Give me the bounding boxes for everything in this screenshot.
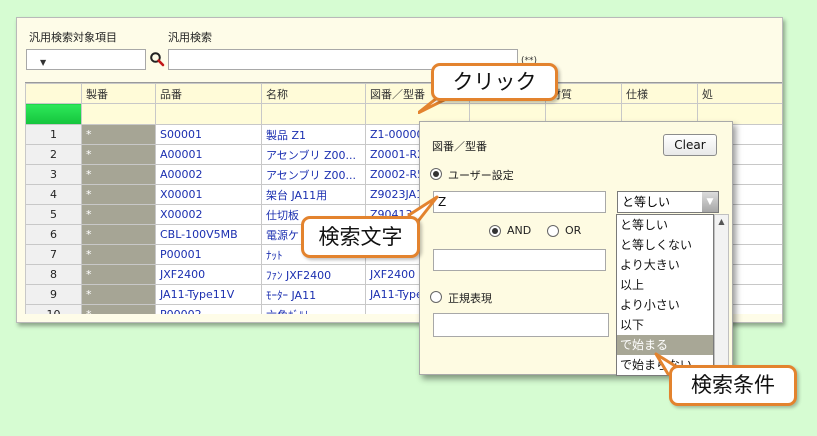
seiban-cell[interactable]: * [81, 144, 156, 165]
row-number: 8 [25, 264, 82, 285]
row-number: 10 [25, 304, 82, 314]
row-number: 9 [25, 284, 82, 305]
row-number: 4 [25, 184, 82, 205]
name-cell[interactable]: アセンブリ Z00... [261, 144, 366, 165]
callout-click: クリック [431, 63, 558, 101]
or-label: OR [565, 224, 582, 237]
filter-popup: 図番／型番 Clear ユーザー設定 Z と等しい ▼ AND OR 正規表現 … [419, 121, 733, 376]
name-cell[interactable]: 製品 Z1 [261, 124, 366, 145]
search-target-label: 汎用検索対象項目 [29, 31, 117, 44]
callout-search-condition: 検索条件 [669, 365, 797, 406]
chevron-down-icon: ▼ [40, 58, 47, 67]
name-cell[interactable]: ﾓｰﾀｰ JA11 [261, 284, 366, 305]
filter-cell[interactable] [261, 103, 366, 125]
clear-button[interactable]: Clear [663, 134, 717, 156]
regex-label: 正規表現 [448, 292, 492, 305]
search-target-select[interactable]: ▼ [26, 49, 146, 70]
column-header [25, 83, 82, 104]
condition-option[interactable]: と等しい [617, 215, 713, 235]
row-number: 2 [25, 144, 82, 165]
seiban-cell[interactable]: * [81, 184, 156, 205]
and-label: AND [507, 224, 532, 237]
column-header-seiban[interactable]: 製番 [81, 83, 156, 104]
and-radio[interactable] [489, 225, 501, 237]
name-cell[interactable]: 六角ﾎﾞﾙﾄ [261, 304, 366, 314]
filter-popup-title: 図番／型番 [432, 140, 487, 153]
seiban-cell[interactable]: * [81, 244, 156, 265]
condition-option[interactable]: より大きい [617, 255, 713, 275]
scroll-up-icon[interactable]: ▲ [715, 215, 728, 229]
hinban-cell[interactable]: CBL-100V5MB [155, 224, 262, 245]
hinban-cell[interactable]: A00001 [155, 144, 262, 165]
seiban-cell[interactable]: * [81, 304, 156, 314]
column-header-spec[interactable]: 仕様 [621, 83, 698, 104]
hinban-cell[interactable]: S00001 [155, 124, 262, 145]
seiban-cell[interactable]: * [81, 204, 156, 225]
column-header-name[interactable]: 名称 [261, 83, 366, 104]
callout-search-text: 検索文字 [301, 216, 420, 258]
condition-option[interactable]: 以上 [617, 275, 713, 295]
hinban-cell[interactable]: X00001 [155, 184, 262, 205]
user-setting-label: ユーザー設定 [448, 169, 514, 182]
seiban-cell[interactable]: * [81, 164, 156, 185]
filter-cell[interactable] [155, 103, 262, 125]
hinban-cell[interactable]: X00002 [155, 204, 262, 225]
regex-radio[interactable] [430, 291, 442, 303]
condition-option[interactable]: より小さい [617, 295, 713, 315]
row-number: 1 [25, 124, 82, 145]
row-number: 5 [25, 204, 82, 225]
column-header-hinban[interactable]: 品番 [155, 83, 262, 104]
seiban-cell[interactable]: * [81, 124, 156, 145]
seiban-cell[interactable]: * [81, 264, 156, 285]
row-number: 6 [25, 224, 82, 245]
row-number: 7 [25, 244, 82, 265]
condition-option[interactable]: 以下 [617, 315, 713, 335]
seiban-cell[interactable]: * [81, 224, 156, 245]
hinban-cell[interactable]: JA11-Type11V [155, 284, 262, 305]
chevron-down-icon[interactable]: ▼ [702, 192, 718, 212]
search-text-input-1[interactable]: Z [433, 191, 606, 213]
name-cell[interactable]: アセンブリ Z00... [261, 164, 366, 185]
or-radio[interactable] [547, 225, 559, 237]
filter-cell[interactable] [81, 103, 156, 125]
search-text-input-2[interactable] [433, 249, 606, 271]
hinban-cell[interactable]: P00001 [155, 244, 262, 265]
hinban-cell[interactable]: P00002 [155, 304, 262, 314]
filter-row-indicator [25, 103, 82, 125]
hinban-cell[interactable]: JXF2400 [155, 264, 262, 285]
condition-select[interactable]: と等しい ▼ [617, 191, 719, 213]
row-number: 3 [25, 164, 82, 185]
search-label: 汎用検索 [168, 31, 212, 44]
column-header-process[interactable]: 処 [697, 83, 782, 104]
dropdown-scrollbar[interactable]: ▲ [714, 214, 729, 376]
regex-input[interactable] [433, 313, 609, 337]
condition-selected-value: と等しい [622, 195, 671, 209]
name-cell[interactable]: ﾌｧﾝ JXF2400 [261, 264, 366, 285]
user-setting-radio[interactable] [430, 168, 442, 180]
hinban-cell[interactable]: A00002 [155, 164, 262, 185]
search-icon[interactable] [149, 51, 165, 67]
condition-option[interactable]: と等しくない [617, 235, 713, 255]
seiban-cell[interactable]: * [81, 284, 156, 305]
name-cell[interactable]: 架台 JA11用 [261, 184, 366, 205]
